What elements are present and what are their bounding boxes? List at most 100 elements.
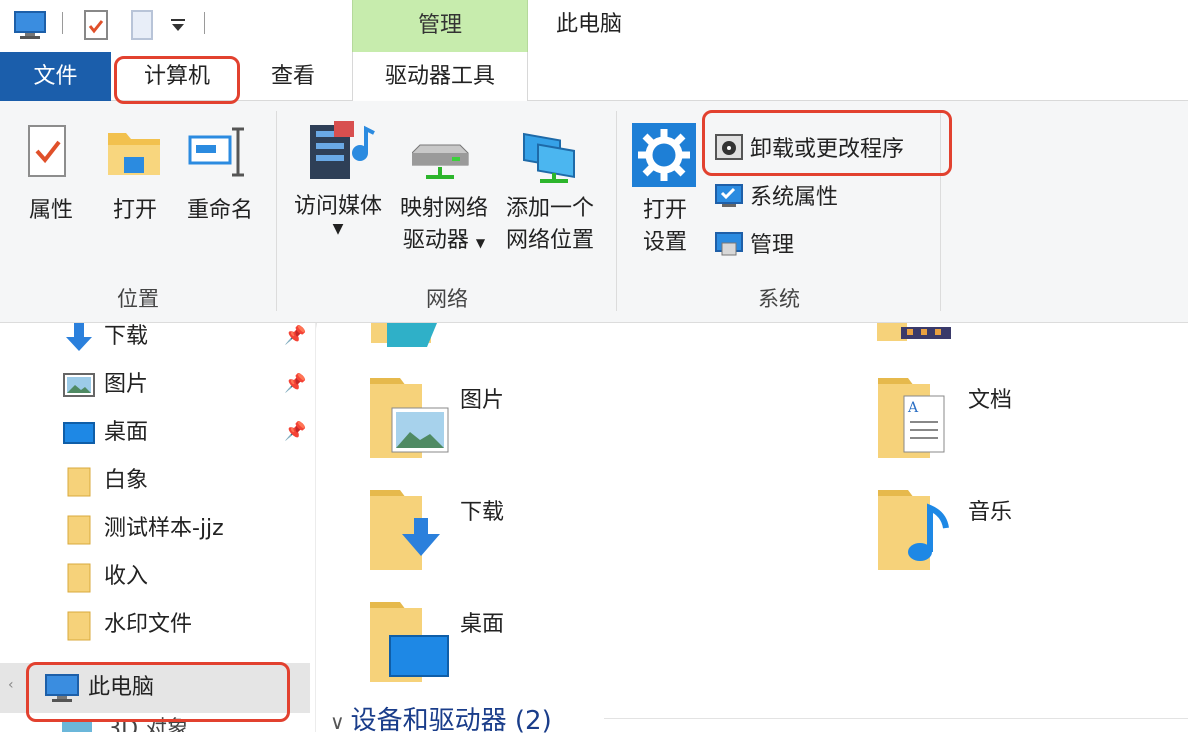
folder-icon	[67, 467, 91, 497]
folder-label: 图片	[460, 388, 505, 413]
folder-label: 音乐	[968, 500, 1013, 525]
nav-item-folder-income[interactable]: 收入	[0, 553, 316, 601]
nav-item-folder-watermark[interactable]: 水印文件	[0, 601, 316, 649]
folder-pictures[interactable]: 图片	[370, 378, 670, 464]
open-label: 打开	[112, 198, 157, 223]
toolbar-divider	[204, 12, 205, 34]
uninstall-program-icon	[715, 134, 743, 160]
folder-label: 下载	[460, 500, 505, 525]
network-drive-icon	[412, 144, 469, 179]
tab-view[interactable]: 查看	[243, 52, 343, 101]
folder-music[interactable]: 音乐	[878, 490, 1178, 576]
manage-label: 管理	[750, 233, 795, 258]
map-drive-label-2: 驱动器 ▼	[402, 228, 486, 253]
media-server-icon	[310, 121, 375, 179]
access-media-button[interactable]: 访问媒体 ▼	[288, 117, 388, 237]
folder-label: 桌面	[460, 612, 505, 637]
map-drive-label-1: 映射网络	[399, 196, 488, 221]
uninstall-label: 卸载或更改程序	[750, 137, 905, 162]
folder-icon	[67, 563, 91, 593]
folder-downloads[interactable]: 下载	[370, 490, 670, 576]
rename-label: 重命名	[186, 198, 253, 223]
properties-quick-icon[interactable]	[80, 8, 112, 42]
open-settings-button[interactable]: 打开 设置	[632, 123, 698, 259]
folder-3d-objects-partial[interactable]	[371, 323, 451, 349]
map-network-drive-button[interactable]: 映射网络 驱动器 ▼	[394, 131, 494, 259]
add-location-label-1: 添加一个	[505, 196, 594, 221]
this-pc-label: 此电脑	[88, 675, 155, 700]
folder-videos-partial[interactable]	[877, 323, 957, 345]
context-tab-group: 管理	[352, 0, 528, 52]
folder-documents[interactable]: A 文档	[878, 378, 1178, 464]
add-network-location-button[interactable]: 添加一个 网络位置	[498, 127, 602, 257]
group-separator	[276, 111, 277, 311]
this-pc-icon	[45, 674, 79, 702]
nav-item-label: 收入	[104, 564, 149, 589]
nav-item-label: 白象	[104, 468, 149, 493]
group-label-system: 系统	[758, 287, 800, 311]
open-button[interactable]: 打开	[104, 123, 166, 227]
manage-computer-icon	[715, 232, 743, 256]
pin-icon[interactable]: 📌	[284, 325, 306, 346]
nav-item-3d-objects[interactable]: 3D 对象	[62, 717, 302, 732]
pictures-icon	[63, 373, 95, 397]
downloads-folder-icon	[370, 490, 440, 570]
navigation-pane: 下载 📌 图片 📌 桌面 📌 白象 测试样本-jjz 收入 水印文件 ‹ 此电脑…	[0, 323, 316, 732]
properties-label: 属性	[28, 198, 73, 223]
dropdown-arrow-icon: ▼	[332, 221, 344, 237]
this-pc-icon[interactable]	[12, 8, 48, 42]
open-settings-label-2: 设置	[642, 230, 687, 255]
nav-item-label: 测试样本-jjz	[104, 516, 224, 541]
nav-item-label: 桌面	[104, 420, 149, 445]
folder-icon	[67, 515, 91, 545]
nav-item-label: 3D 对象	[107, 717, 190, 732]
manage-button[interactable]: 管理	[714, 225, 794, 261]
expand-chevron-icon[interactable]: ‹	[8, 677, 14, 693]
download-arrow-icon	[66, 323, 92, 351]
pin-icon[interactable]: 📌	[284, 421, 306, 442]
window-title: 此电脑	[556, 12, 623, 37]
3d-objects-folder-icon	[371, 323, 437, 347]
group-separator	[940, 111, 941, 311]
nav-item-downloads[interactable]: 下载 📌	[0, 313, 316, 361]
nav-item-label: 水印文件	[104, 612, 193, 637]
uninstall-program-button[interactable]: 卸载或更改程序	[714, 129, 904, 165]
tab-drive-tools[interactable]: 驱动器工具	[352, 52, 528, 102]
nav-item-label: 下载	[104, 324, 149, 349]
folder-desktop[interactable]: 桌面	[370, 602, 670, 688]
tab-computer[interactable]: 计算机	[121, 52, 233, 101]
nav-item-label: 图片	[104, 372, 149, 397]
network-location-icon	[523, 132, 575, 183]
desktop-folder-icon	[370, 602, 449, 682]
open-folder-icon	[108, 133, 160, 175]
nav-item-pictures[interactable]: 图片 📌	[0, 361, 316, 409]
documents-folder-icon: A	[878, 378, 945, 458]
context-group-label: 管理	[417, 13, 462, 38]
rename-button[interactable]: 重命名	[182, 123, 258, 227]
system-properties-icon	[715, 184, 743, 207]
section-header-devices[interactable]: ∨ 设备和驱动器 (2)	[330, 700, 552, 737]
3d-objects-icon	[62, 721, 92, 732]
nav-item-folder-baixiang[interactable]: 白象	[0, 457, 316, 505]
nav-item-this-pc[interactable]: ‹ 此电脑	[0, 663, 310, 713]
open-settings-label-1: 打开	[642, 198, 687, 223]
ribbon-tab-row: 文件 计算机 查看 驱动器工具	[0, 52, 1188, 102]
nav-item-desktop[interactable]: 桌面 📌	[0, 409, 316, 457]
nav-item-folder-test-samples[interactable]: 测试样本-jjz	[0, 505, 316, 553]
videos-folder-icon	[877, 323, 951, 341]
pin-icon[interactable]: 📌	[284, 373, 306, 394]
system-properties-label: 系统属性	[750, 185, 839, 210]
svg-text:A: A	[907, 400, 919, 416]
folder-label: 文档	[968, 388, 1013, 413]
properties-icon	[28, 125, 66, 177]
customize-toolbar-icon[interactable]	[166, 8, 190, 42]
access-media-label: 访问媒体	[293, 194, 382, 219]
tab-file[interactable]: 文件	[0, 52, 111, 101]
system-properties-button[interactable]: 系统属性	[714, 177, 838, 213]
group-label-location: 位置	[117, 287, 159, 311]
new-folder-quick-icon[interactable]	[126, 8, 158, 42]
add-location-label-2: 网络位置	[505, 228, 594, 253]
group-label-network: 网络	[426, 287, 468, 311]
rename-icon	[188, 127, 244, 177]
properties-button[interactable]: 属性	[24, 123, 78, 227]
